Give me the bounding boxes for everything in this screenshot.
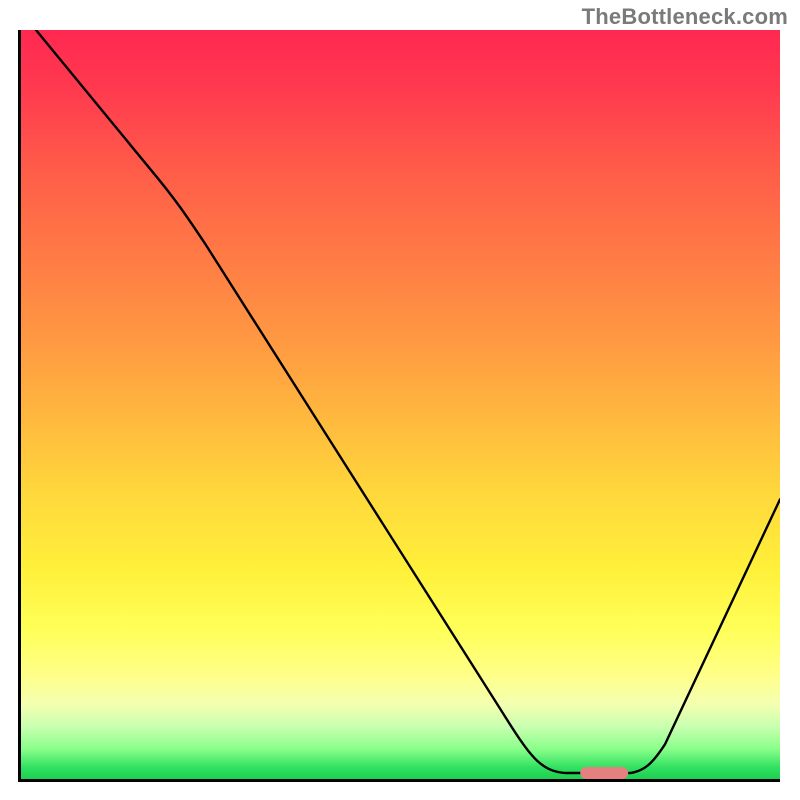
watermark-text: TheBottleneck.com [582,4,788,30]
chart-container: TheBottleneck.com [0,0,800,800]
bottleneck-gradient [21,30,780,779]
plot-area [18,30,780,782]
